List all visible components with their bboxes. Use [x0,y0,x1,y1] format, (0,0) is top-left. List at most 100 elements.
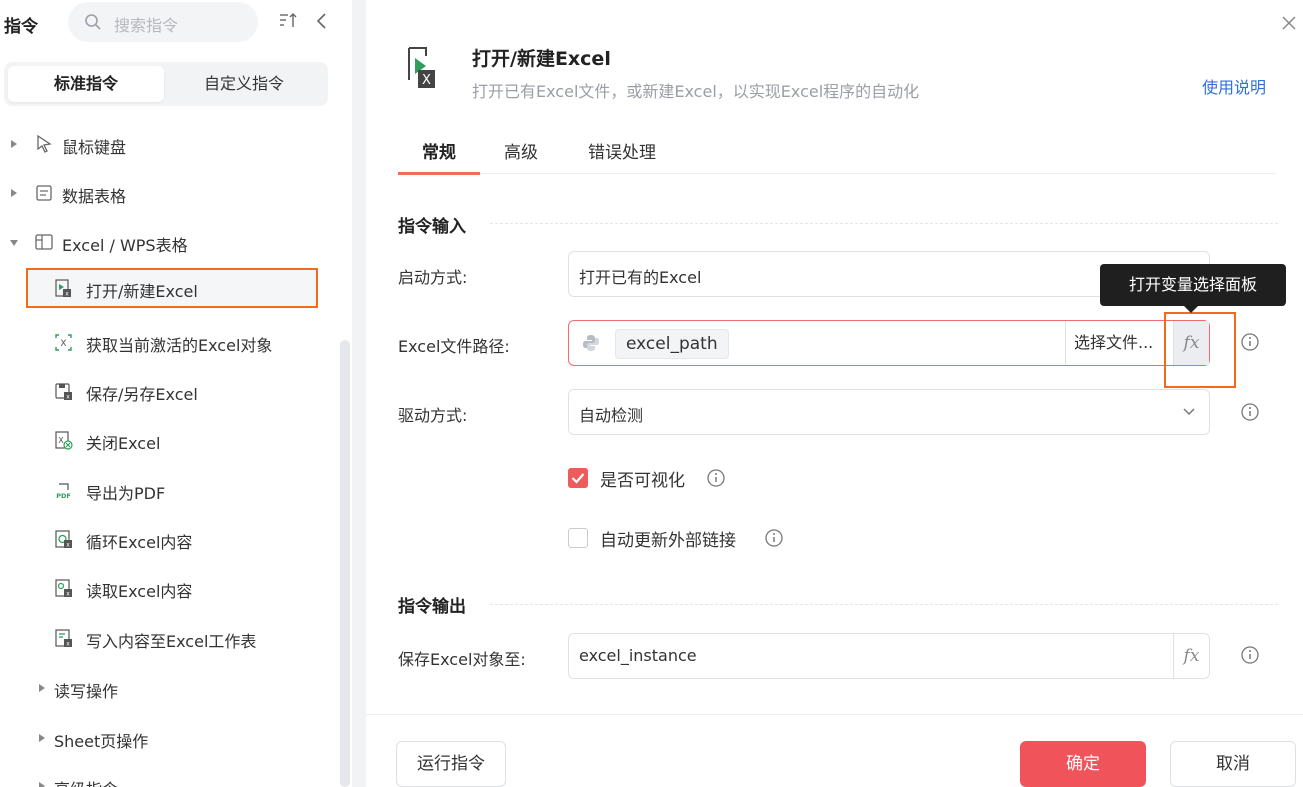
dialog-title: 打开/新建Excel [472,48,611,70]
command-tabs: 标准指令 自定义指令 [4,62,328,106]
tree-item-excel-wps[interactable]: Excel / WPS表格 [0,222,344,262]
dialog-tabs: 常规 高级 错误处理 [398,124,1276,175]
choose-file-button[interactable]: 选择文件... [1065,321,1167,365]
tree-item-label: 鼠标键盘 [62,138,127,157]
section-divider [490,604,1278,605]
tab-advanced[interactable]: 高级 [504,138,538,163]
command-panel-header: 指令 搜索指令 [0,0,344,46]
command-read-excel[interactable]: x 读取Excel内容 [26,568,318,608]
panel-title: 指令 [4,17,38,37]
python-icon [583,335,599,351]
command-export-pdf[interactable]: PDF 导出为PDF [26,470,318,510]
save-to-input[interactable]: excel_instance fx [568,633,1210,679]
command-panel: 指令 搜索指令 标准指令 自定义指令 鼠标键盘 数据表格 Excel / WPS… [0,0,350,787]
search-icon [85,14,101,30]
checkmark-icon [571,473,585,484]
file-path-input[interactable]: excel_path 选择文件... fx [568,320,1210,366]
tree-item-label: Sheet页操作 [54,732,149,751]
driver-label: 驱动方式: [398,406,468,425]
variable-chip[interactable]: excel_path [615,329,729,359]
tree-item-advanced-commands[interactable]: 高级指令 [0,766,344,787]
auto-update-links-label: 自动更新外部链接 [600,531,736,551]
caret-right-icon [39,734,45,742]
info-icon[interactable] [706,468,726,488]
cancel-button[interactable]: 取消 [1170,741,1296,787]
visible-checkbox-label: 是否可视化 [600,471,685,491]
tree-item-label: 数据表格 [62,187,127,206]
confirm-button[interactable]: 确定 [1020,741,1146,787]
tree-item-label: 读写操作 [54,682,119,701]
command-close-excel[interactable]: X 关闭Excel [26,420,318,460]
command-get-active-excel[interactable]: X 获取当前激活的Excel对象 [26,322,318,362]
command-label: 读取Excel内容 [86,582,193,601]
excel-save-icon: x [55,383,72,401]
tooltip-text: 打开变量选择面板 [1128,275,1257,294]
tab-general[interactable]: 常规 [398,138,480,175]
command-label: 写入内容至Excel工作表 [86,632,257,651]
tab-custom-commands[interactable]: 自定义指令 [166,66,322,102]
excel-loop-icon: x [55,530,72,549]
tab-standard-commands[interactable]: 标准指令 [8,66,164,102]
highlight-frame [1164,312,1236,388]
svg-text:x: x [66,542,70,549]
command-loop-excel[interactable]: x 循环Excel内容 [26,519,318,559]
command-label: 获取当前激活的Excel对象 [86,336,273,355]
caret-right-icon [11,189,17,197]
tab-error-handling[interactable]: 错误处理 [588,138,656,163]
excel-open-icon: x [55,279,71,298]
tooltip: 打开变量选择面板 [1100,264,1286,313]
svg-text:PDF: PDF [56,492,71,500]
info-icon[interactable] [1240,645,1260,665]
caret-right-icon [39,782,45,787]
pdf-export-icon: PDF [56,483,71,500]
save-to-label: 保存Excel对象至: [398,650,526,669]
visible-checkbox[interactable] [568,468,588,488]
info-icon[interactable] [1240,332,1260,352]
search-input[interactable]: 搜索指令 [114,12,178,36]
excel-close-icon: X [55,431,73,450]
tree-item-label: Excel / WPS表格 [62,236,188,255]
sort-icon[interactable] [278,11,298,31]
command-label: 循环Excel内容 [86,533,193,552]
tree-item-mouse-keyboard[interactable]: 鼠标键盘 [0,124,344,164]
driver-select[interactable]: 自动检测 [568,389,1210,435]
excel-read-icon: x [55,579,72,598]
command-label: 保存/另存Excel [86,385,198,404]
panel-divider [352,0,366,787]
excel-group-icon [35,234,53,250]
run-command-button[interactable]: 运行指令 [396,741,506,787]
tree-item-read-write-ops[interactable]: 读写操作 [0,668,344,708]
command-open-new-excel[interactable]: x 打开/新建Excel [26,268,318,308]
svg-text:X: X [58,436,64,445]
tree-item-data-table[interactable]: 数据表格 [0,173,344,213]
scrollbar[interactable] [340,340,350,787]
svg-text:x: x [66,641,70,648]
command-config-dialog: X 打开/新建Excel 打开已有Excel文件，或新建Excel，以实现Exc… [366,0,1303,787]
tree-item-sheet-ops[interactable]: Sheet页操作 [0,718,344,758]
command-label: 导出为PDF [86,484,166,503]
search-box[interactable]: 搜索指令 [68,2,258,42]
cursor-icon [37,134,52,153]
command-label: 关闭Excel [86,434,161,453]
command-save-excel[interactable]: x 保存/另存Excel [26,371,318,411]
tooltip-arrow [1184,306,1198,313]
dialog-description: 打开已有Excel文件，或新建Excel，以实现Excel程序的自动化 [472,82,920,101]
info-icon[interactable] [1240,402,1260,422]
dialog-footer: 运行指令 确定 取消 [366,714,1303,787]
svg-text:X: X [422,73,431,88]
caret-down-icon [10,240,18,246]
excel-active-icon: X [55,334,72,351]
svg-text:x: x [66,591,70,598]
info-icon[interactable] [764,528,784,548]
excel-open-icon: X [408,47,435,88]
close-icon[interactable] [1280,14,1298,32]
help-link[interactable]: 使用说明 [1202,74,1266,98]
file-path-label: Excel文件路径: [398,337,510,356]
command-label: 打开/新建Excel [86,282,198,301]
collapse-panel-icon[interactable] [314,11,330,31]
auto-update-links-checkbox[interactable] [568,528,588,548]
fx-variable-button[interactable]: fx [1173,634,1209,678]
command-write-excel[interactable]: x 写入内容至Excel工作表 [26,618,318,658]
table-icon [36,185,52,201]
section-title-input: 指令输入 [398,217,466,237]
